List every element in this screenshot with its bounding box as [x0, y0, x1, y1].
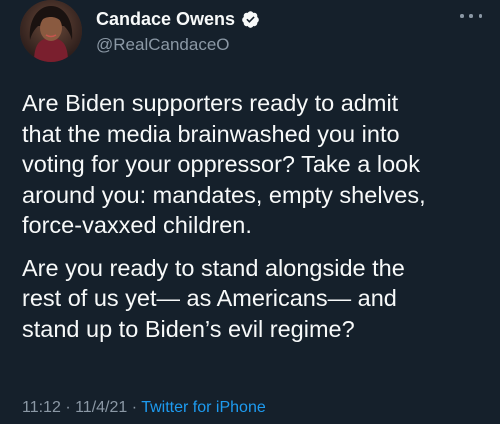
meta-separator: · [131, 399, 138, 416]
avatar-image [20, 0, 82, 62]
more-horizontal-icon[interactable] [460, 10, 482, 22]
author-name-row: Candace Owens [96, 8, 260, 30]
tweet-source-link[interactable]: Twitter for iPhone [141, 399, 266, 416]
author-name[interactable]: Candace Owens [96, 8, 235, 30]
tweet-paragraph: Are Biden supporters ready to admit that… [22, 90, 426, 238]
author-info: Candace Owens @RealCandaceO [96, 8, 260, 56]
more-dot [460, 14, 464, 18]
verified-badge-icon [242, 10, 259, 28]
more-dot [469, 14, 473, 18]
tweet-meta: 11:12 · 11/4/21 · Twitter for iPhone [22, 398, 266, 418]
tweet-paragraph: Are you ready to stand alongside the res… [22, 254, 405, 342]
tweet-date[interactable]: 11/4/21 [75, 399, 127, 416]
author-handle[interactable]: @RealCandaceO [96, 34, 260, 56]
avatar[interactable] [20, 0, 82, 62]
tweet: Candace Owens @RealCandaceO Are Biden su… [0, 0, 500, 424]
tweet-text: Are Biden supporters ready to admit that… [22, 88, 492, 344]
meta-separator: · [65, 399, 71, 416]
tweet-time[interactable]: 11:12 [22, 399, 61, 416]
more-dot [478, 14, 482, 18]
